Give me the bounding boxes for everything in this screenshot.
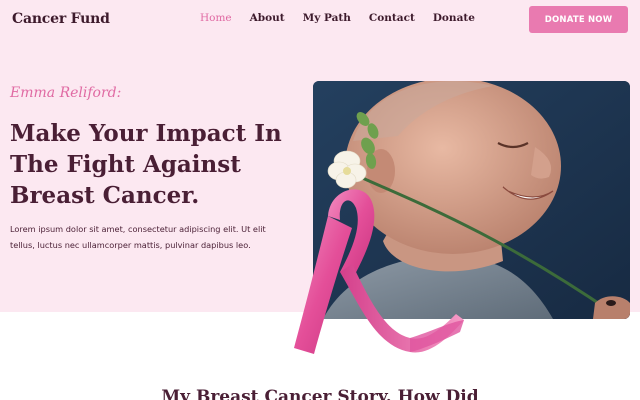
- site-logo[interactable]: Cancer Fund: [12, 11, 110, 27]
- nav-home[interactable]: Home: [200, 12, 232, 24]
- hero-body-text: Lorem ipsum dolor sit amet, consectetur …: [10, 224, 266, 250]
- hero-signature: Emma Reliford:: [10, 85, 122, 101]
- pink-ribbon-icon: [294, 189, 464, 354]
- nav-about[interactable]: About: [250, 12, 285, 24]
- hero-headline: Make Your Impact In The Fight Against Br…: [10, 120, 282, 209]
- main-nav: Home About My Path Contact Donate: [200, 12, 493, 24]
- nav-contact[interactable]: Contact: [369, 12, 415, 24]
- nav-my-path[interactable]: My Path: [303, 12, 351, 24]
- nav-donate[interactable]: Donate: [433, 12, 475, 24]
- story-section-title: My Breast Cancer Story. How Did: [161, 387, 479, 400]
- donate-now-button[interactable]: DONATE NOW: [529, 6, 628, 33]
